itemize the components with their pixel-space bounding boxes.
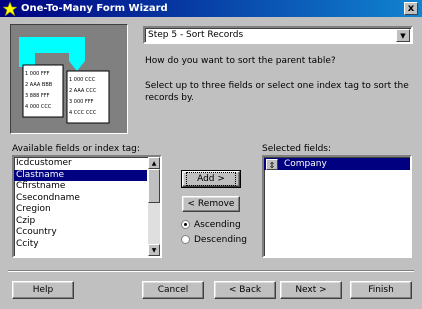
list-item[interactable]: Cfirstname xyxy=(14,181,147,193)
finish-button[interactable]: Finish xyxy=(350,281,412,299)
radio-off-icon xyxy=(181,235,190,244)
list-item[interactable]: Cregion xyxy=(14,204,147,216)
child-table-rows: 1 000 CCC 2 AAA CCC 3 000 FFF 4 CCC CCC xyxy=(69,75,107,119)
scroll-thumb[interactable] xyxy=(148,169,160,203)
close-button[interactable]: x xyxy=(404,2,418,15)
illus-row: 1 000 CCC xyxy=(69,77,96,83)
scroll-down-icon[interactable]: ▼ xyxy=(148,244,160,256)
cancel-button[interactable]: Cancel xyxy=(142,281,204,299)
selected-fields-label: Selected fields: xyxy=(262,144,332,154)
move-handle-icon[interactable]: ⇕ xyxy=(266,158,278,170)
window-title: One-To-Many Form Wizard xyxy=(21,3,168,14)
remove-button-label: < Remove xyxy=(187,199,235,209)
close-icon: x xyxy=(407,3,415,14)
vertical-scrollbar[interactable]: ▲ ▼ xyxy=(148,157,160,256)
available-fields-label: Available fields or index tag: xyxy=(12,144,140,154)
chevron-down-icon[interactable]: ▼ xyxy=(396,29,410,42)
remove-button[interactable]: < Remove xyxy=(182,196,240,212)
illus-row: 2 AAA CCC xyxy=(69,88,97,94)
list-item-selected[interactable]: ⇕ Company xyxy=(264,158,410,170)
illus-row: 3 888 FFF xyxy=(25,93,50,99)
cancel-button-label: Cancel xyxy=(157,285,189,295)
ascending-radio[interactable]: Ascending xyxy=(181,220,241,230)
illus-row: 2 AAA BBB xyxy=(25,82,53,88)
descending-label: Descending xyxy=(194,235,247,245)
illus-row: 4 CCC CCC xyxy=(69,110,97,116)
back-button[interactable]: < Back xyxy=(214,281,276,299)
illus-row: 4 000 CCC xyxy=(25,104,52,110)
finish-button-label: Finish xyxy=(368,285,394,295)
step-dropdown[interactable]: Step 5 - Sort Records ▼ xyxy=(143,26,413,44)
help-button[interactable]: Help xyxy=(12,281,74,299)
sort-question: How do you want to sort the parent table… xyxy=(145,56,336,66)
next-button[interactable]: Next > xyxy=(280,281,342,299)
list-item[interactable]: Csecondname xyxy=(14,193,147,205)
list-item[interactable]: Czip xyxy=(14,216,147,228)
radio-on-icon xyxy=(181,220,190,229)
back-button-label: < Back xyxy=(228,285,262,295)
sort-instructions: Select up to three fields or select one … xyxy=(145,81,409,103)
next-button-label: Next > xyxy=(295,285,327,295)
add-button[interactable]: Add > xyxy=(181,170,241,188)
ascending-label: Ascending xyxy=(194,220,241,230)
scroll-up-icon[interactable]: ▲ xyxy=(148,157,160,169)
wizard-illustration: 1 000 FFF 2 AAA BBB 3 888 FFF 4 000 CCC … xyxy=(10,24,128,134)
add-button-label: Add > xyxy=(186,172,236,186)
parent-table-rows: 1 000 FFF 2 AAA BBB 3 888 FFF 4 000 CCC xyxy=(25,69,61,113)
chevron-down-glyph: ▼ xyxy=(400,31,406,40)
selected-fields-list[interactable]: ⇕ Company xyxy=(262,155,412,258)
step-dropdown-value: Step 5 - Sort Records xyxy=(148,30,244,40)
available-fields-list[interactable]: Icdcustomer Clastname Cfirstname Csecond… xyxy=(12,155,162,258)
descending-radio[interactable]: Descending xyxy=(181,235,247,245)
title-bar: One-To-Many Form Wizard x xyxy=(0,0,422,17)
list-item[interactable]: Ccountry xyxy=(14,227,147,239)
list-item[interactable]: Icdcustomer xyxy=(14,158,147,170)
list-item[interactable]: Ccity xyxy=(14,239,147,251)
list-item-selected[interactable]: Clastname xyxy=(14,169,147,181)
separator xyxy=(8,270,414,272)
illus-row: 1 000 FFF xyxy=(25,71,50,77)
wizard-star-icon xyxy=(3,1,17,16)
illus-row: 3 000 FFF xyxy=(69,99,94,105)
help-button-label: Help xyxy=(32,285,54,295)
selected-field-name: Company xyxy=(284,159,327,169)
